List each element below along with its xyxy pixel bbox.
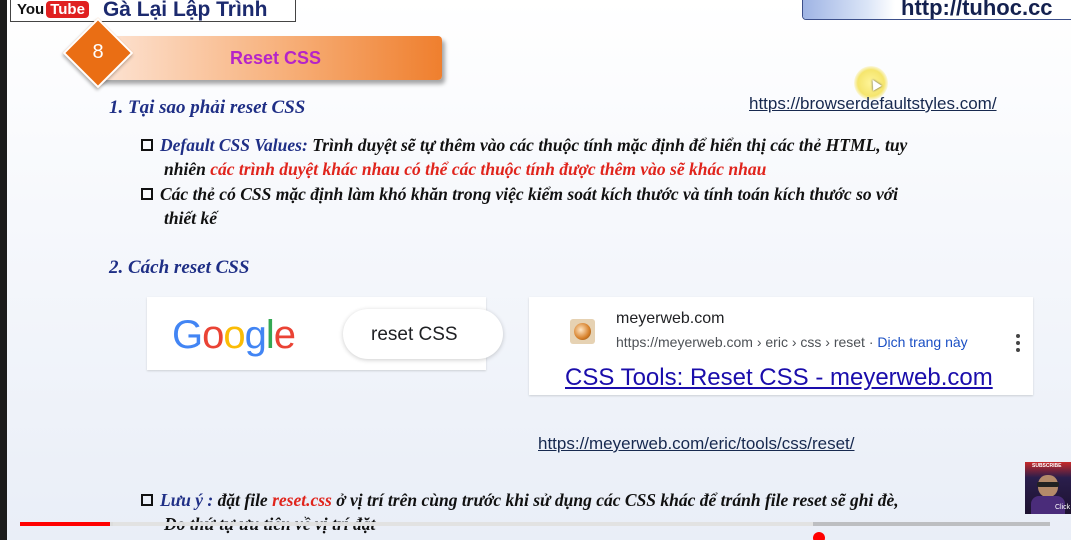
site-favicon-icon xyxy=(570,319,595,344)
bullet2-line2: thiết kế xyxy=(164,208,217,228)
channel-banner: You Tube Gà Lại Lập Trình xyxy=(10,0,296,22)
slide-title-bar: Reset CSS xyxy=(92,36,442,80)
bullet2-line1: Các thẻ có CSS mặc định làm khó khăn tro… xyxy=(160,184,899,204)
google-logo-letter: l xyxy=(265,313,275,357)
search-query: reset CSS xyxy=(371,324,458,345)
click-label: Click xyxy=(1055,504,1071,511)
website-url: http://tuhoc.cc xyxy=(901,0,1053,20)
google-logo: Google xyxy=(172,313,296,357)
note-file: reset.css xyxy=(272,490,332,510)
youtube-logo-you: You xyxy=(17,0,45,18)
translate-page-link: Dịch trang này xyxy=(877,334,968,350)
bullet1-label: Default CSS Values: xyxy=(160,135,308,155)
bullet1-line2-red: các trình duyệt khác nhau có thể các thu… xyxy=(210,159,767,179)
result-title: CSS Tools: Reset CSS - meyerweb.com xyxy=(565,364,993,391)
video-border xyxy=(0,0,7,540)
avatar-glasses xyxy=(1037,482,1059,487)
youtube-logo: You Tube xyxy=(17,0,89,18)
bullet-note: Lưu ý : đặt file reset.css ở vị trí trên… xyxy=(141,488,1031,536)
google-logo-letter: o xyxy=(202,313,224,357)
banner-decoration xyxy=(803,0,895,19)
chapter-marker xyxy=(110,522,113,526)
google-search-box: reset CSS xyxy=(343,309,503,359)
subscribe-watermark[interactable]: SUBSCRIBE Click xyxy=(1025,462,1071,514)
google-logo-letter: g xyxy=(244,313,267,357)
channel-name: Gà Lại Lập Trình xyxy=(102,0,268,21)
progress-scrubber-handle[interactable] xyxy=(813,532,825,540)
bullet-default-css-difficulty: Các thẻ có CSS mặc định làm khó khăn tro… xyxy=(141,182,1051,230)
note-text-before: đặt file xyxy=(213,490,273,510)
website-banner: http://tuhoc.cc xyxy=(802,0,1071,20)
slide-number: 8 xyxy=(92,41,104,63)
google-logo-letter: G xyxy=(172,313,203,357)
result-url-path: https://meyerweb.com › eric › css › rese… xyxy=(616,334,878,350)
slide-title: Reset CSS xyxy=(230,48,322,68)
subscribe-label: SUBSCRIBE xyxy=(1032,463,1062,469)
checkbox-bullet-icon xyxy=(141,139,153,151)
progress-played xyxy=(20,522,110,526)
checkbox-bullet-icon xyxy=(141,188,153,200)
google-logo-letter: o xyxy=(223,313,245,357)
video-frame[interactable]: You Tube Gà Lại Lập Trình http://tuhoc.c… xyxy=(0,0,1071,540)
progress-buffered xyxy=(20,522,814,526)
more-options-icon xyxy=(1015,334,1021,352)
note-label: Lưu ý : xyxy=(160,490,214,510)
bullet1-line2-plain: nhiên xyxy=(164,159,211,179)
section1-heading: 1. Tại sao phải reset CSS xyxy=(109,97,306,118)
google-logo-letter: e xyxy=(273,313,296,357)
search-result-screenshot: meyerweb.com https://meyerweb.com › eric… xyxy=(529,297,1033,395)
bullet1-text: Trình duyệt sẽ tự thêm vào các thuộc tín… xyxy=(307,135,908,155)
meyerweb-reset-link[interactable]: https://meyerweb.com/eric/tools/css/rese… xyxy=(538,434,855,454)
section2-heading: 2. Cách reset CSS xyxy=(109,257,250,278)
checkbox-bullet-icon xyxy=(141,494,153,506)
bullet-default-css-values: Default CSS Values: Trình duyệt sẽ tự th… xyxy=(141,133,1051,181)
note-text-after: ở vị trí trên cùng trước khi sử dụng các… xyxy=(331,490,899,510)
youtube-logo-tube: Tube xyxy=(46,0,89,18)
video-progress-bar[interactable] xyxy=(20,522,1050,526)
browser-default-styles-link[interactable]: https://browserdefaultstyles.com/ xyxy=(749,94,997,114)
result-site-name: meyerweb.com xyxy=(616,310,725,327)
google-search-screenshot: Google reset CSS xyxy=(147,297,503,370)
result-breadcrumb: https://meyerweb.com › eric › css › rese… xyxy=(616,334,968,350)
